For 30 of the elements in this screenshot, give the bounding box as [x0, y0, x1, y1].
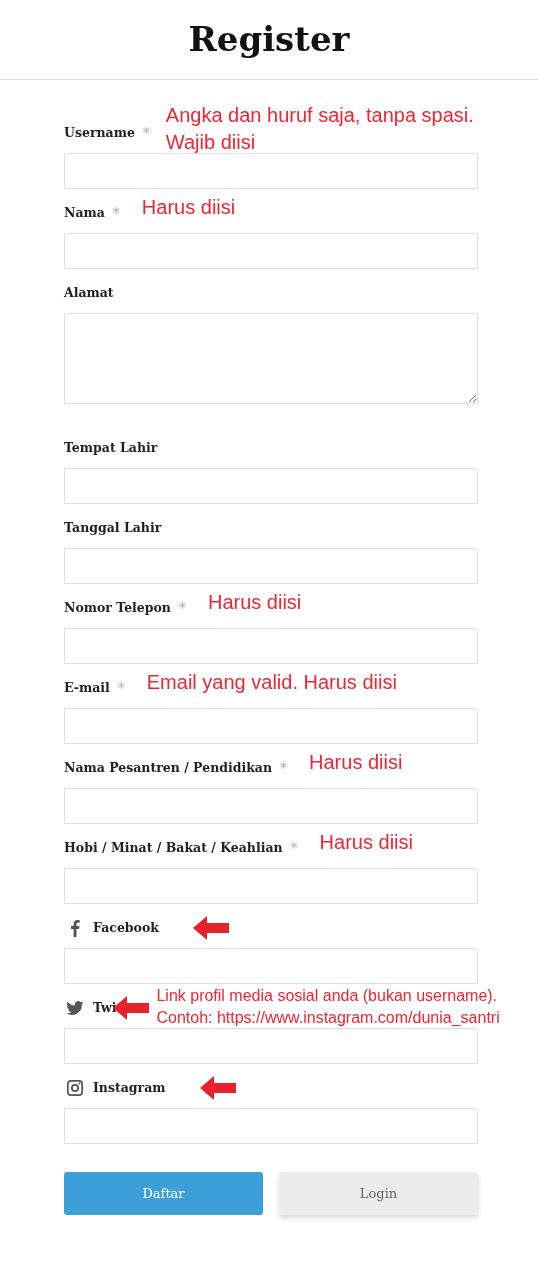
required-asterisk: * [117, 678, 125, 698]
field-label: Tanggal Lahir [64, 518, 162, 537]
annotation-text: Harus diisi [309, 749, 403, 775]
required-asterisk: * [290, 838, 298, 858]
field-label: Nama [64, 203, 105, 222]
annotation-text: Contoh: https://www.instagram.com/dunia_santri [156, 1008, 500, 1028]
field-label: Nama Pesantren / Pendidikan [64, 758, 273, 777]
login-button[interactable]: Login [279, 1172, 478, 1215]
annotation-text: Harus diisi [319, 829, 413, 855]
required-asterisk: * [178, 598, 186, 618]
field-label: Alamat [64, 283, 114, 302]
page-title: Register [188, 19, 350, 60]
field-label: Tempat Lahir [64, 438, 158, 457]
required-asterisk: * [280, 758, 288, 778]
field-label: E-mail [64, 678, 110, 697]
required-asterisk: * [142, 123, 150, 143]
annotation-text: Harus diisi [141, 194, 236, 220]
required-asterisk: * [112, 203, 120, 223]
annotation-text: Angka dan huruf saja, tanpa spasi. [165, 103, 474, 128]
field-label: Twi [93, 998, 117, 1017]
annotation-text: Harus diisi [207, 589, 302, 615]
annotation-text: Wajib diisi [165, 130, 257, 155]
field-label: Username [64, 123, 135, 142]
field-label: Facebook [93, 918, 159, 937]
annotation-text: Email yang valid. Harus diisi [146, 669, 397, 695]
field-label: Hobi / Minat / Bakat / Keahlian [64, 838, 283, 857]
field-label: Nomor Telepon [64, 598, 171, 617]
annotation-text: Link profil media sosial anda (bukan username). [156, 986, 499, 1006]
register-button[interactable]: Daftar [64, 1172, 263, 1215]
field-label: Instagram [93, 1078, 166, 1097]
